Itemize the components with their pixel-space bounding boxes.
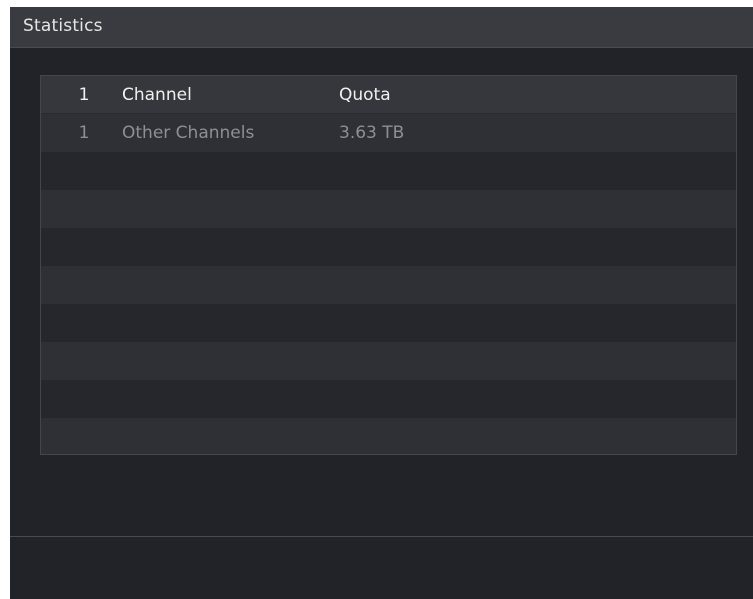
row-index: 1 <box>78 123 90 143</box>
empty-row <box>41 418 736 454</box>
table-header-row: 1 Channel Quota <box>41 76 736 114</box>
statistics-window: Statistics 1 Channel Quota 1 Other Chann… <box>10 7 753 599</box>
empty-row <box>41 266 736 304</box>
empty-row <box>41 228 736 266</box>
header-index[interactable]: 1 <box>69 76 99 114</box>
empty-row <box>41 304 736 342</box>
header-quota[interactable]: Quota <box>339 76 391 114</box>
table-row[interactable]: 1 Other Channels 3.63 TB <box>41 114 736 152</box>
empty-row <box>41 342 736 380</box>
empty-row <box>41 380 736 418</box>
row-quota: 3.63 TB <box>339 123 405 143</box>
statistics-table: 1 Channel Quota 1 Other Channels 3.63 TB <box>40 75 737 455</box>
header-channel[interactable]: Channel <box>122 76 192 114</box>
empty-row <box>41 190 736 228</box>
title-bar: Statistics <box>10 7 753 48</box>
empty-row <box>41 152 736 190</box>
footer-divider <box>10 536 753 537</box>
window-title: Statistics <box>23 16 103 36</box>
row-channel: Other Channels <box>122 123 255 143</box>
